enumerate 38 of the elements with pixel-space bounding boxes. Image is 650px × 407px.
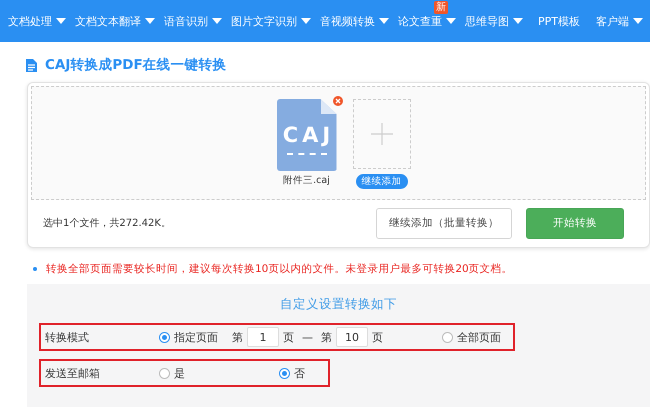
range-text: 第 <box>232 330 243 344</box>
nav-menu-item[interactable]: 图片文字识别 <box>231 14 311 28</box>
file-name: 附件三.caj <box>283 174 330 187</box>
nav-menu-item[interactable]: 语音识别 <box>164 14 222 28</box>
range-text: 页 <box>372 330 383 344</box>
nav-menu-item[interactable]: 思维导图 <box>465 14 523 28</box>
add-file-tile[interactable] <box>352 99 410 169</box>
drop-zone[interactable]: CAJ 附件三.caj 继续添加 <box>31 86 646 200</box>
plus-icon <box>370 123 392 145</box>
field-label: 转换模式 <box>44 330 90 344</box>
document-icon <box>26 58 37 72</box>
radio-option[interactable]: 否 <box>279 366 305 380</box>
nav-menu-item[interactable]: 客户端 <box>596 14 643 28</box>
new-badge: 新 <box>434 0 448 14</box>
nav-menu-item[interactable]: 文档处理 <box>8 14 66 28</box>
add-more-button[interactable]: 继续添加 <box>356 174 408 189</box>
radio-option[interactable]: 指定页面 <box>159 330 218 344</box>
nav-menu-item[interactable]: 音视频转换 <box>320 14 389 28</box>
nav-menu-item[interactable]: 文档文本翻译 <box>75 14 155 28</box>
settings-heading: 自定义设置转换如下 <box>279 296 398 313</box>
start-convert-button[interactable]: 开始转换 <box>526 208 624 238</box>
page-title: CAJ转换成PDF在线一键转换 <box>45 56 227 74</box>
range-text: — <box>302 330 313 344</box>
nav-menu-item[interactable]: 论文查重 <box>398 14 456 28</box>
page-from-input[interactable]: 1 <box>247 327 279 347</box>
range-text: 页 <box>283 330 294 344</box>
range-text: 第 <box>321 330 332 344</box>
notice-text: 转换全部页面需要较长时间，建议每次转换10页以内的文件。未登录用户最多可转换20页文档。 <box>46 262 513 276</box>
file-icon: CAJ <box>276 99 336 171</box>
file-summary: 选中1个文件，共272.42K。 <box>43 216 172 230</box>
field-label: 发送至邮箱 <box>44 366 101 380</box>
batch-add-button[interactable]: 继续添加（批量转换） <box>376 208 512 238</box>
remove-icon[interactable] <box>332 96 342 106</box>
radio-option[interactable]: 全部页面 <box>442 330 501 344</box>
bullet-icon <box>33 267 37 271</box>
page-to-input[interactable]: 10 <box>336 327 368 347</box>
nav-menu-item[interactable]: PPT模板 <box>538 14 580 28</box>
radio-option[interactable]: 是 <box>159 366 279 380</box>
